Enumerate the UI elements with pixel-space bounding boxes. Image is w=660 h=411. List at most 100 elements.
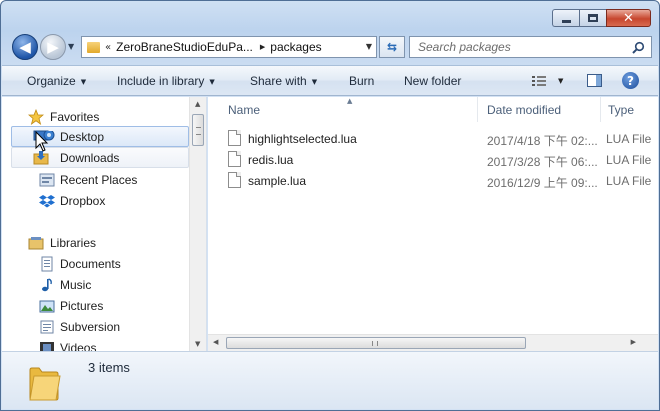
sidebar-item-label: Recent Places (60, 172, 138, 187)
forward-button[interactable]: ▶ (40, 34, 66, 60)
table-row[interactable]: sample.lua 2016/12/9 上午 09:... LUA File (208, 170, 658, 191)
videos-icon (40, 341, 54, 351)
navigation-pane-scrollbar[interactable]: ▲ ▼ (189, 97, 206, 351)
search-box[interactable] (409, 36, 652, 58)
view-options-dropdown-icon[interactable]: ▼ (558, 77, 563, 85)
sidebar-item-recent-places[interactable]: Recent Places (2, 169, 188, 190)
refresh-button[interactable]: ⇆ (379, 36, 405, 58)
scroll-left-icon[interactable]: ◀ (213, 338, 218, 346)
sidebar-item-label: Subversion (60, 319, 121, 334)
horizontal-scrollbar[interactable]: ◀ ▶ (208, 334, 658, 351)
file-date-modified: 2017/3/28 下午 06:... (487, 155, 598, 169)
column-header-date-modified[interactable]: Date modified (478, 97, 601, 122)
sidebar-group-libraries[interactable]: Libraries (2, 232, 188, 253)
minimize-icon (561, 19, 571, 23)
new-folder-button[interactable]: New folder (404, 74, 461, 88)
maximize-icon (588, 14, 598, 22)
sidebar-item-label: Desktop (60, 129, 105, 144)
item-count: 3 items (88, 360, 130, 375)
close-icon: ✕ (623, 10, 634, 26)
search-input[interactable] (418, 40, 628, 54)
file-name: sample.lua (248, 174, 307, 188)
help-icon[interactable]: ? (622, 72, 639, 89)
sidebar-item-label: Downloads (60, 150, 120, 165)
sidebar-group-favorites[interactable]: Favorites (2, 106, 188, 127)
table-row[interactable]: highlightselected.lua 2017/4/18 下午 02:..… (208, 128, 658, 149)
file-list-pane: ▲ Name Date modified Type highlightselec… (208, 97, 658, 351)
back-button[interactable]: ◀ (12, 34, 38, 60)
explorer-window: ✕ ◀ ▶ ▼ « ZeroBraneStudioEduPa... ▶ pack… (0, 0, 660, 411)
refresh-icon: ⇆ (386, 40, 398, 54)
minimize-button[interactable] (552, 9, 579, 27)
share-with-menu[interactable]: Share with ▼ (250, 74, 317, 88)
lua-file-icon (228, 172, 241, 188)
pictures-icon (39, 300, 55, 312)
sidebar-item-label: Dropbox (60, 193, 106, 208)
sidebar-group-label: Libraries (50, 235, 97, 250)
column-header-type[interactable]: Type (601, 97, 658, 122)
details-pane: 3 items (2, 351, 658, 409)
scrollbar-thumb[interactable] (226, 337, 526, 349)
maximize-button[interactable] (579, 9, 606, 27)
sidebar-item-music[interactable]: Music (2, 274, 188, 295)
recent-places-icon (39, 173, 55, 186)
folder-icon (29, 367, 61, 401)
file-date-modified: 2016/12/9 上午 09:... (487, 176, 598, 190)
preview-pane-icon[interactable] (587, 74, 602, 87)
burn-button[interactable]: Burn (349, 74, 374, 88)
window-controls: ✕ (552, 9, 651, 27)
sidebar-item-subversion[interactable]: Subversion (2, 316, 188, 337)
chevron-down-icon: ▼ (311, 78, 318, 86)
address-dropdown-icon[interactable]: ▼ (366, 42, 372, 51)
scroll-right-icon[interactable]: ▶ (631, 338, 636, 346)
scrollbar-corner (641, 335, 658, 351)
music-icon (42, 277, 52, 291)
scroll-up-icon[interactable]: ▲ (195, 100, 200, 108)
sidebar-item-label: Documents (60, 256, 121, 271)
sidebar-item-pictures[interactable]: Pictures (2, 295, 188, 316)
organize-menu[interactable]: Organize ▼ (27, 74, 86, 88)
sidebar-item-label: Videos (60, 340, 97, 352)
dropbox-icon (39, 194, 55, 207)
file-type: LUA File (606, 174, 652, 188)
address-overflow-chevron[interactable]: « (105, 42, 111, 53)
sidebar-item-videos[interactable]: Videos (2, 337, 188, 351)
table-row[interactable]: redis.lua 2017/3/28 下午 06:... LUA File (208, 149, 658, 170)
sidebar-item-dropbox[interactable]: Dropbox (2, 190, 188, 211)
scroll-down-icon[interactable]: ▼ (195, 340, 200, 348)
sidebar-item-documents[interactable]: Documents (2, 253, 188, 274)
include-in-library-menu[interactable]: Include in library ▼ (117, 74, 215, 88)
breadcrumb-segment-parent[interactable]: ZeroBraneStudioEduPa... (116, 40, 253, 54)
scrollbar-grip (372, 341, 378, 346)
chevron-down-icon: ▼ (80, 78, 87, 86)
include-in-library-label: Include in library (117, 74, 205, 88)
chevron-down-icon: ▼ (209, 78, 215, 86)
command-bar: Organize ▼ Include in library ▼ Share with… (2, 65, 658, 96)
address-bar[interactable]: « ZeroBraneStudioEduPa... ▶ packages ▼ (81, 36, 377, 58)
documents-icon (41, 256, 53, 271)
sidebar-item-label: Pictures (60, 298, 104, 313)
file-type: LUA File (606, 132, 652, 146)
forward-arrow-icon: ▶ (47, 38, 59, 56)
star-icon (28, 108, 44, 125)
file-name: redis.lua (248, 153, 294, 167)
recent-pages-dropdown[interactable]: ▼ (68, 42, 78, 52)
change-view-icon[interactable] (532, 75, 546, 87)
close-button[interactable]: ✕ (606, 9, 651, 27)
breadcrumb-separator-icon[interactable]: ▶ (260, 43, 265, 51)
share-with-label: Share with (250, 74, 307, 88)
lua-file-icon (228, 130, 241, 146)
file-date-modified: 2017/4/18 下午 02:... (487, 134, 598, 148)
libraries-icon (28, 236, 44, 249)
search-icon[interactable] (631, 41, 645, 55)
navigation-pane: Favorites Desktop Downloads Recent Place… (2, 97, 207, 351)
sidebar-group-label: Favorites (50, 109, 100, 124)
back-arrow-icon: ◀ (19, 38, 31, 56)
scrollbar-thumb[interactable] (192, 114, 204, 146)
organize-label: Organize (27, 74, 76, 88)
sidebar-item-label: Music (60, 277, 92, 292)
breadcrumb-segment-current[interactable]: packages (270, 40, 321, 54)
file-type: LUA File (606, 153, 652, 167)
column-header-name[interactable]: Name (208, 97, 478, 122)
file-name: highlightselected.lua (248, 132, 357, 146)
